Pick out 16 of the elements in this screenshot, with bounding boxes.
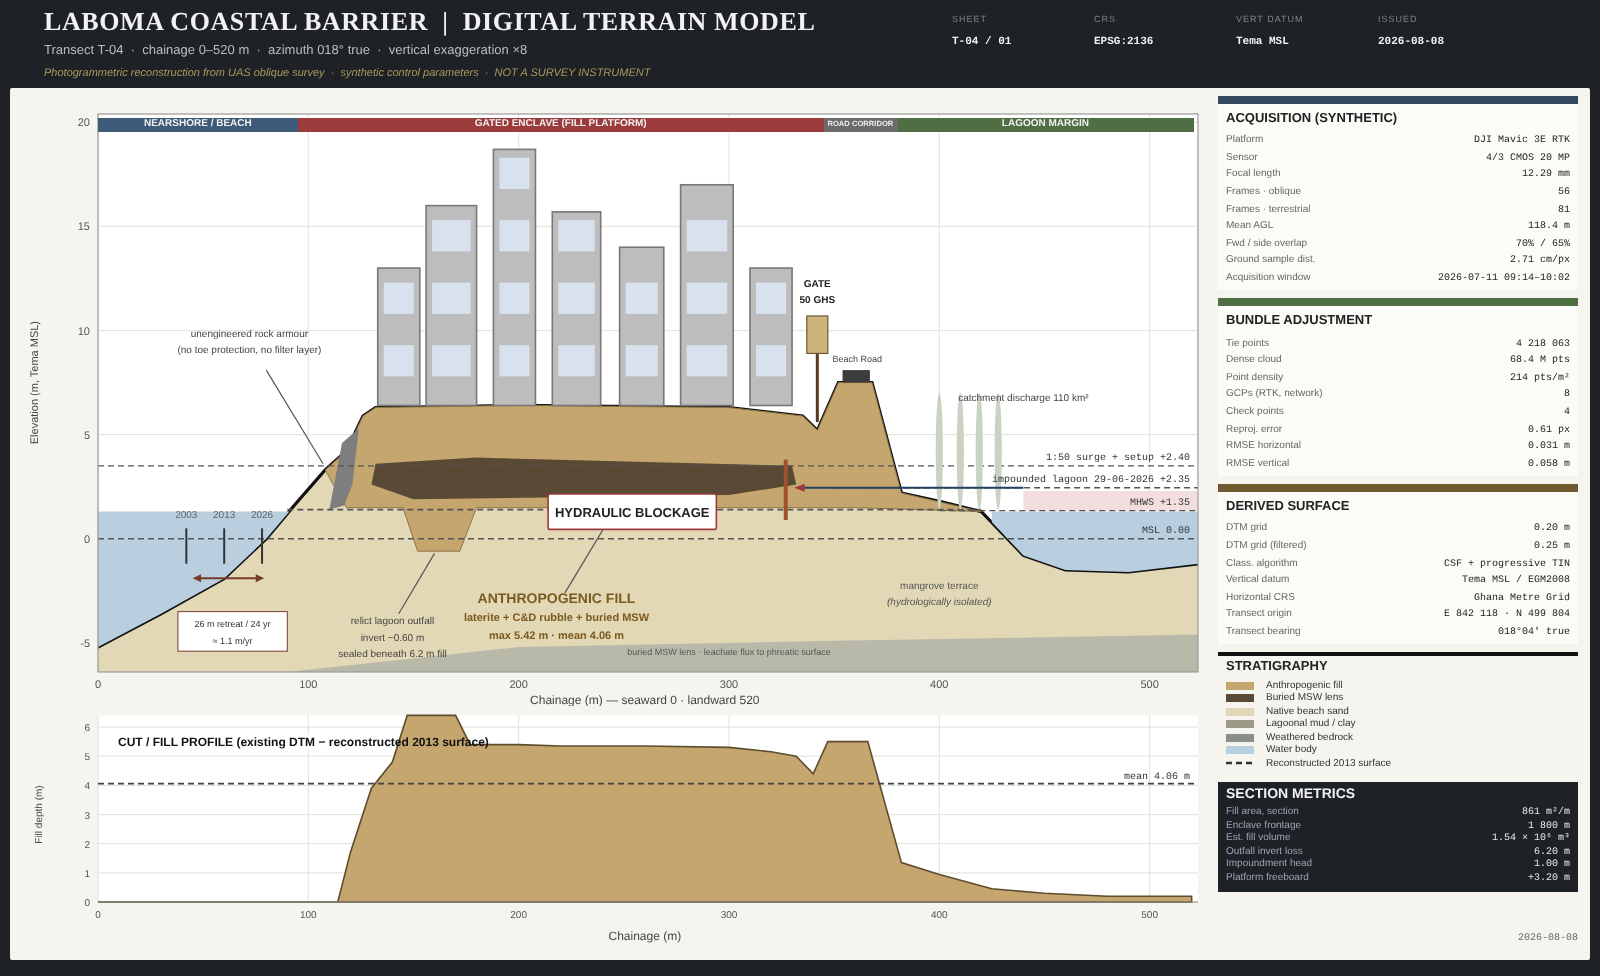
dashed-line-icon [1226,760,1254,766]
rock-armour [329,428,359,510]
leader-line [398,552,436,615]
retreat-arrow [192,574,265,583]
building [749,267,793,407]
shoreline-marker [185,527,188,565]
shoreline-marker [223,527,226,565]
leader-line [265,369,324,465]
tree [935,393,943,510]
road-surface [842,370,870,383]
shoreline-marker [261,527,264,565]
retreat-label-background [177,611,288,652]
sheet-title: LABOMA COASTAL BARRIER | DIGITAL TERRAIN MODEL [44,6,816,38]
blockage-marker [783,459,788,520]
gate-sign [806,315,829,423]
building [376,267,421,407]
